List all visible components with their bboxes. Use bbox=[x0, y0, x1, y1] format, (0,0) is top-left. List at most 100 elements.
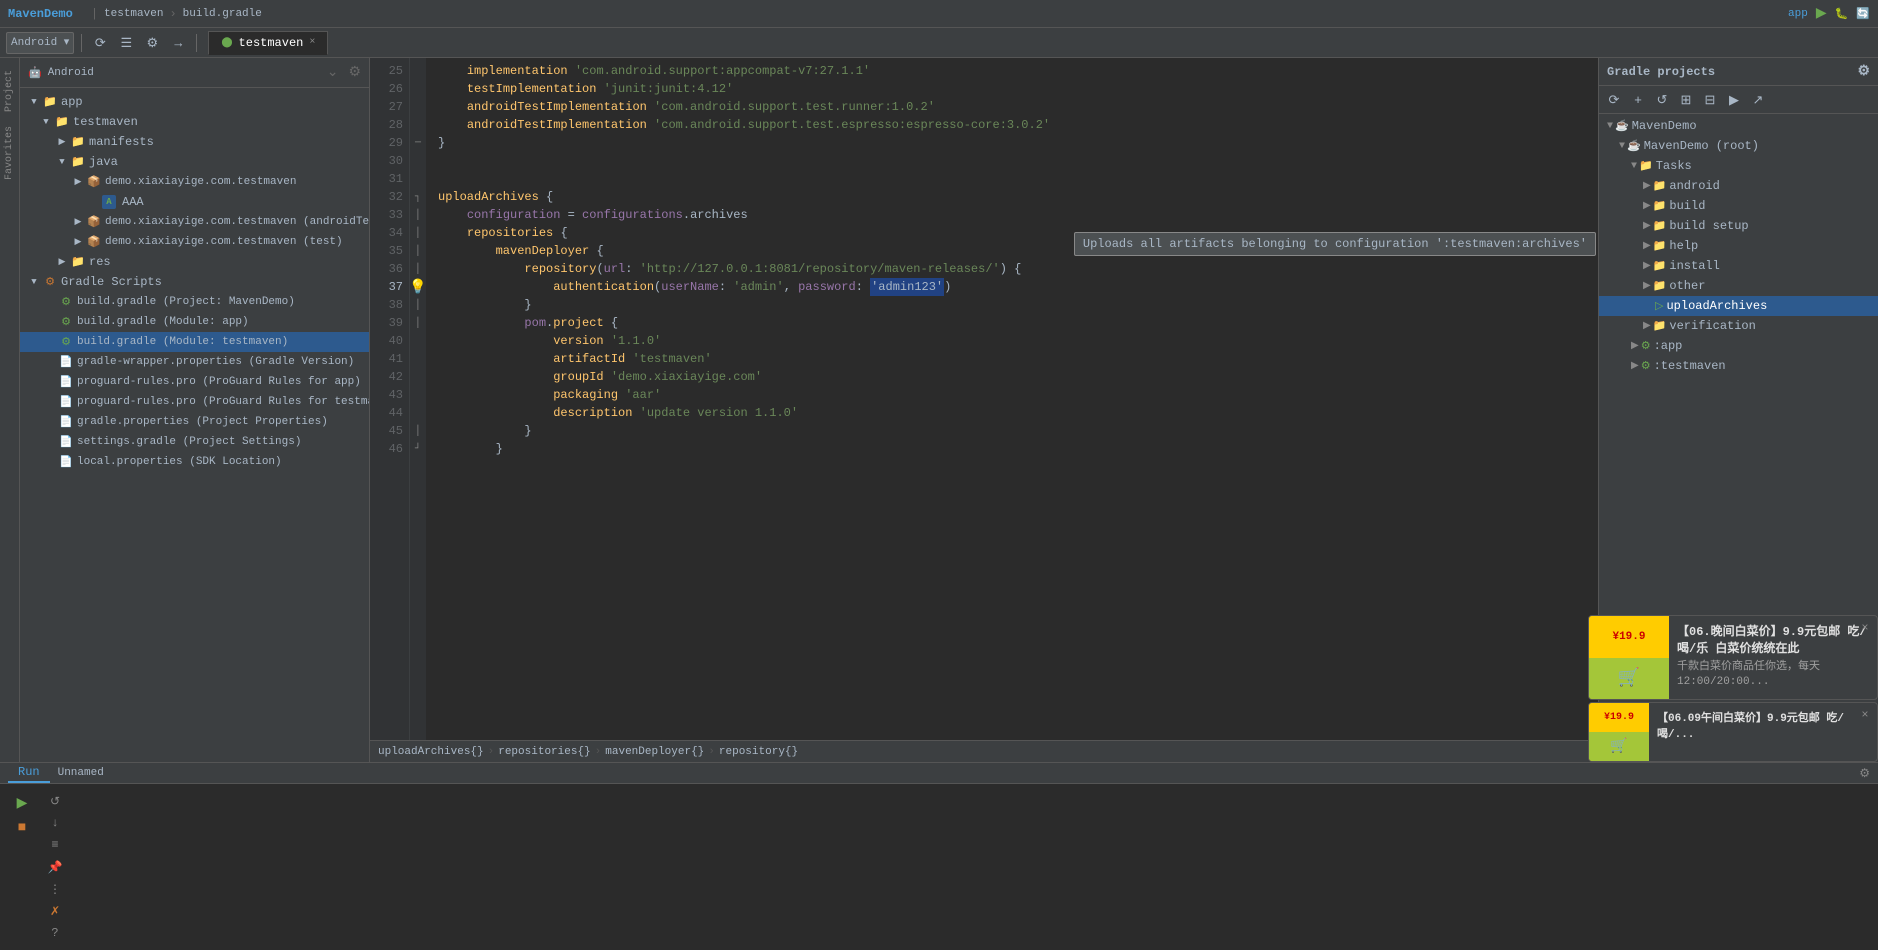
tree-java[interactable]: ▼ 📁 java bbox=[20, 152, 369, 172]
notif-1-close[interactable]: × bbox=[1857, 620, 1873, 636]
gradle-collapse-btn[interactable]: ⊟ bbox=[1699, 89, 1721, 111]
settings-icon[interactable]: ⚙ bbox=[348, 64, 361, 81]
android-tasks-arrow[interactable]: ▶ bbox=[1643, 180, 1651, 192]
run-pin-icon[interactable]: 📌 bbox=[46, 858, 64, 876]
notif-1-action-btn[interactable]: ⬤ 马上去看看 bbox=[1677, 699, 1763, 700]
gradle-item-help[interactable]: ▶ 📁 help bbox=[1599, 236, 1878, 256]
gradle-expand-btn[interactable]: ⊞ bbox=[1675, 89, 1697, 111]
code-line-44: description 'update version 1.1.0' bbox=[438, 404, 1598, 422]
run-step-icon[interactable]: ↓ bbox=[46, 814, 64, 832]
help-tasks-arrow[interactable]: ▶ bbox=[1643, 240, 1651, 252]
ln-31: 31 bbox=[370, 170, 409, 188]
install-arrow[interactable]: ▶ bbox=[1643, 260, 1651, 272]
notif-2-close[interactable]: × bbox=[1857, 707, 1873, 723]
tree-testmaven[interactable]: ▼ 📁 testmaven bbox=[20, 112, 369, 132]
run-error-icon[interactable]: ✗ bbox=[46, 902, 64, 920]
gradle-item-uploadArchives[interactable]: ▷ uploadArchives bbox=[1599, 296, 1878, 316]
tasks-arrow[interactable]: ▼ bbox=[1631, 161, 1637, 172]
gradle-header: Gradle projects ⚙ bbox=[1599, 58, 1878, 86]
tree-gradle-props[interactable]: 📄 gradle.properties (Project Properties) bbox=[20, 412, 369, 432]
android-dropdown[interactable]: Android ▾ bbox=[6, 32, 74, 54]
toolbar-btn-2[interactable]: ☰ bbox=[115, 32, 137, 54]
gradle-item-build-setup[interactable]: ▶ 📁 build setup bbox=[1599, 216, 1878, 236]
bottom-settings-btn[interactable]: ⚙ bbox=[1859, 766, 1870, 781]
tree-pkg-test[interactable]: ▶ 📦 demo.xiaxiayige.com.testmaven (test) bbox=[20, 232, 369, 252]
tree-res[interactable]: ▶ 📁 res bbox=[20, 252, 369, 272]
gradle-item-build[interactable]: ▶ 📁 build bbox=[1599, 196, 1878, 216]
tree-app[interactable]: ▼ 📁 app bbox=[20, 92, 369, 112]
title-bar-right: app ▶ 🐛 🔄 bbox=[1788, 5, 1870, 22]
editor-tab-testmaven[interactable]: ⬤ testmaven × bbox=[208, 31, 328, 55]
gradle-sync-btn[interactable]: ↺ bbox=[1651, 89, 1673, 111]
toolbar-btn-3[interactable]: ⚙ bbox=[141, 32, 163, 54]
run-play-btn[interactable]: ▶ bbox=[12, 792, 32, 812]
testmaven-label: testmaven bbox=[73, 115, 138, 129]
ln-44: 44 bbox=[370, 404, 409, 422]
run-tab[interactable]: Run bbox=[8, 763, 50, 783]
breadcrumb-3[interactable]: mavenDeployer{} bbox=[605, 746, 704, 758]
tree-build-gradle-app[interactable]: ⚙ build.gradle (Module: app) bbox=[20, 312, 369, 332]
verif-label: verification bbox=[1669, 319, 1755, 333]
tree-build-gradle-testmaven[interactable]: ⚙ build.gradle (Module: testmaven) bbox=[20, 332, 369, 352]
gradle-refresh-btn[interactable]: ⟳ bbox=[1603, 89, 1625, 111]
tree-gradle-wrapper[interactable]: 📄 gradle-wrapper.properties (Gradle Vers… bbox=[20, 352, 369, 372]
other-arrow[interactable]: ▶ bbox=[1643, 280, 1651, 292]
mavDemo-icon: ☕ bbox=[1615, 119, 1629, 133]
project-tab[interactable]: Project bbox=[4, 66, 15, 116]
sync-project-btn[interactable]: ⟳ bbox=[89, 32, 111, 54]
tab-close-btn[interactable]: × bbox=[309, 37, 315, 48]
tree-gradle-scripts[interactable]: ▼ ⚙ Gradle Scripts bbox=[20, 272, 369, 292]
app-proj-arrow[interactable]: ▶ bbox=[1631, 340, 1639, 352]
build-setup-arrow[interactable]: ▶ bbox=[1643, 220, 1651, 232]
gradle-run-btn[interactable]: ▶ bbox=[1723, 89, 1745, 111]
gradle-item-android[interactable]: ▶ 📁 android bbox=[1599, 176, 1878, 196]
mavDemoRoot-arrow[interactable]: ▼ bbox=[1619, 141, 1625, 152]
breadcrumb-4[interactable]: repository{} bbox=[719, 746, 798, 758]
debug-btn[interactable]: 🐛 bbox=[1835, 7, 1849, 21]
gradle-item-other[interactable]: ▶ 📁 other bbox=[1599, 276, 1878, 296]
run-stop-btn[interactable]: ■ bbox=[12, 816, 32, 836]
dropdown-icon[interactable]: ⌄ bbox=[327, 64, 339, 81]
gradle-item-mavDemoRoot[interactable]: ▼ ☕ MavenDemo (root) bbox=[1599, 136, 1878, 156]
tree-aaa[interactable]: A AAA bbox=[20, 192, 369, 212]
breadcrumb-2[interactable]: repositories{} bbox=[498, 746, 590, 758]
favorites-tab[interactable]: Favorites bbox=[4, 122, 15, 184]
tree-pkg-android[interactable]: ▶ 📦 demo.xiaxiayige.com.testmaven (andro… bbox=[20, 212, 369, 232]
gradle-item-app-proj[interactable]: ▶ ⚙ :app bbox=[1599, 336, 1878, 356]
android-icon: 🤖 bbox=[28, 66, 42, 80]
toolbar-btn-4[interactable]: → bbox=[167, 32, 189, 54]
tree-local-props[interactable]: 📄 local.properties (SDK Location) bbox=[20, 452, 369, 472]
fold-32[interactable]: ┐ bbox=[410, 188, 426, 206]
tree-proguard-testmaven[interactable]: 📄 proguard-rules.pro (ProGuard Rules for… bbox=[20, 392, 369, 412]
tree-build-gradle-project[interactable]: ⚙ build.gradle (Project: MavenDemo) bbox=[20, 292, 369, 312]
gradle-item-install[interactable]: ▶ 📁 install bbox=[1599, 256, 1878, 276]
gradle-item-testmaven-proj[interactable]: ▶ ⚙ :testmaven bbox=[1599, 356, 1878, 376]
pkg-android-label: demo.xiaxiayige.com.testmaven (androidTe… bbox=[105, 216, 369, 228]
tree-proguard-app[interactable]: 📄 proguard-rules.pro (ProGuard Rules for… bbox=[20, 372, 369, 392]
gradle-open-btn[interactable]: ↗ bbox=[1747, 89, 1769, 111]
lightbulb-37[interactable]: 💡 bbox=[410, 278, 426, 296]
gradle-item-verification[interactable]: ▶ 📁 verification bbox=[1599, 316, 1878, 336]
tree-manifests[interactable]: ▶ 📁 manifests bbox=[20, 132, 369, 152]
gradle-item-mavDemo[interactable]: ▼ ☕ MavenDemo bbox=[1599, 116, 1878, 136]
sync-btn[interactable]: 🔄 bbox=[1856, 7, 1870, 21]
tree-pkg-main[interactable]: ▶ 📦 demo.xiaxiayige.com.testmaven bbox=[20, 172, 369, 192]
tree-settings-gradle[interactable]: 📄 settings.gradle (Project Settings) bbox=[20, 432, 369, 452]
mavDemo-arrow[interactable]: ▼ bbox=[1607, 121, 1613, 132]
fold-29[interactable]: ─ bbox=[410, 134, 426, 152]
run-btn[interactable]: ▶ bbox=[1816, 5, 1827, 22]
gradle-item-tasks[interactable]: ▼ 📁 Tasks bbox=[1599, 156, 1878, 176]
code-line-26: testImplementation 'junit:junit:4.12' bbox=[438, 80, 1598, 98]
build-tasks-arrow[interactable]: ▶ bbox=[1643, 200, 1651, 212]
gradle-add-btn[interactable]: + bbox=[1627, 89, 1649, 111]
run-rerun-icon[interactable]: ↺ bbox=[46, 792, 64, 810]
testmaven-proj-arrow[interactable]: ▶ bbox=[1631, 360, 1639, 372]
ln-28: 28 bbox=[370, 116, 409, 134]
run-scroll-icon[interactable]: ≡ bbox=[46, 836, 64, 854]
verif-arrow[interactable]: ▶ bbox=[1643, 320, 1651, 332]
breadcrumb-1[interactable]: uploadArchives{} bbox=[378, 746, 484, 758]
run-help-icon[interactable]: ? bbox=[46, 924, 64, 942]
code-content[interactable]: implementation 'com.android.support:appc… bbox=[426, 58, 1598, 740]
gradle-settings-icon[interactable]: ⚙ bbox=[1857, 63, 1870, 80]
run-more-icon[interactable]: ⋮ bbox=[46, 880, 64, 898]
